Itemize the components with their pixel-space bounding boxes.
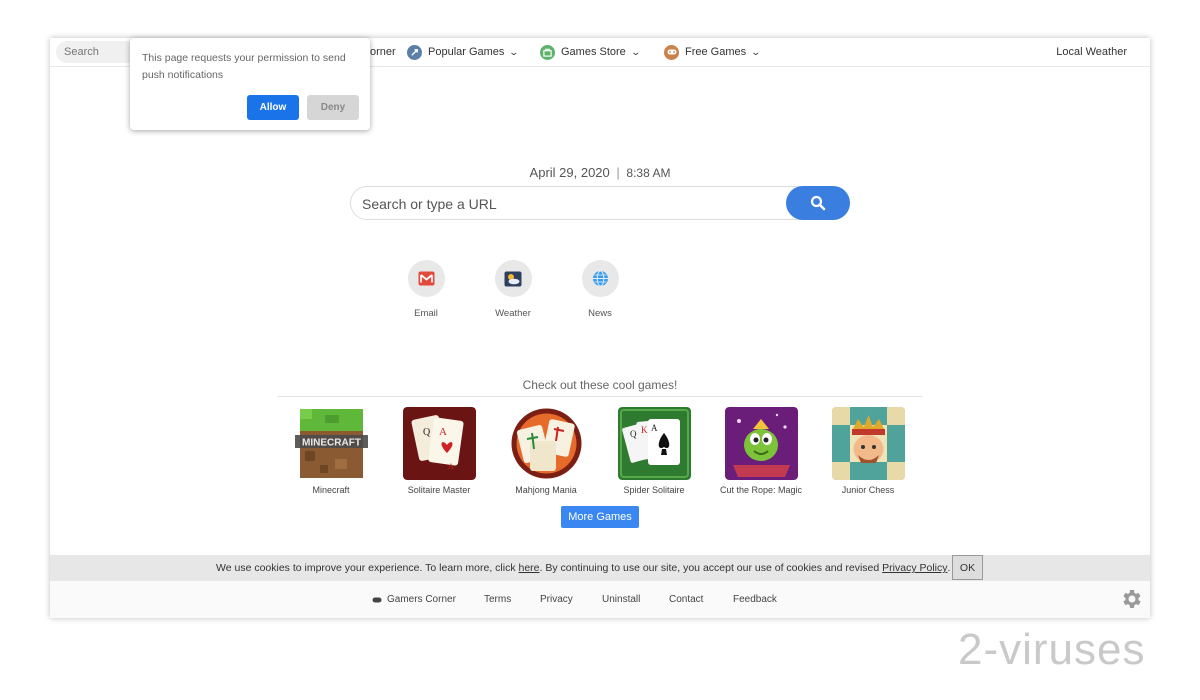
rocket-icon	[407, 44, 422, 60]
game-thumbnail	[724, 407, 798, 480]
quick-link-email[interactable]: Email	[396, 260, 456, 319]
game-tile-spider-solitaire[interactable]: Q K A Spider Solitaire	[604, 407, 704, 495]
footer-link-contact[interactable]: Contact	[669, 581, 703, 618]
more-games-button[interactable]: More Games	[561, 506, 639, 528]
footer-link-feedback[interactable]: Feedback	[733, 581, 777, 618]
date-time-separator: |	[616, 165, 620, 180]
search-button[interactable]	[786, 186, 850, 220]
game-tile-minecraft[interactable]: MINECRAFT Minecraft	[281, 407, 381, 495]
date-time: April 29, 2020 | 8:38 AM	[50, 165, 1150, 180]
cookie-text-part: .	[947, 562, 951, 574]
store-icon	[540, 44, 555, 60]
footer-link-terms[interactable]: Terms	[484, 581, 511, 618]
game-label: Spider Solitaire	[623, 485, 685, 495]
game-tile-mahjong-mania[interactable]: Mahjong Mania	[496, 407, 596, 495]
svg-text:A: A	[448, 462, 454, 471]
quick-link-circle	[407, 260, 445, 297]
quick-link-circle	[494, 260, 532, 297]
quick-link-circle	[581, 260, 619, 297]
cookie-here-link[interactable]: here	[519, 562, 540, 574]
privacy-policy-link[interactable]: Privacy Policy	[882, 562, 947, 574]
nav-item-popular-games[interactable]: Popular Games ⌄	[407, 38, 520, 66]
gamepad-icon	[664, 44, 679, 60]
globe-icon	[592, 270, 608, 287]
push-notification-prompt: This page requests your permission to se…	[130, 38, 370, 130]
quick-link-label: News	[588, 308, 612, 319]
nav-local-weather[interactable]: Local Weather	[1056, 38, 1127, 66]
nav-item-label: Popular Games	[428, 46, 505, 58]
cookie-banner: We use cookies to improve your experienc…	[50, 555, 1150, 581]
game-label: Junior Chess	[841, 485, 895, 495]
nav-item-free-games[interactable]: Free Games ⌄	[664, 38, 762, 66]
game-tile-solitaire-master[interactable]: Q A A Solitaire Master	[389, 407, 489, 495]
nav-item-partial-label: orner	[370, 46, 396, 58]
svg-text:A: A	[651, 423, 658, 433]
main-search-bar	[350, 186, 850, 221]
allow-button[interactable]: Allow	[247, 95, 299, 120]
game-thumbnail: MINECRAFT	[294, 407, 368, 480]
weather-icon	[504, 271, 522, 286]
minecraft-logo-text: MINECRAFT	[302, 438, 361, 449]
notification-text: This page requests your permission to se…	[142, 52, 346, 81]
chevron-down-icon: ⌄	[630, 46, 641, 57]
chevron-down-icon: ⌄	[750, 46, 762, 57]
game-label: Mahjong Mania	[515, 485, 577, 495]
cookie-text-part: We use cookies to improve your experienc…	[216, 562, 519, 574]
game-label: Solitaire Master	[407, 485, 471, 495]
svg-text:A: A	[439, 426, 447, 438]
search-icon	[810, 195, 826, 211]
time-text: 8:38 AM	[626, 166, 671, 180]
main-search-input[interactable]	[360, 187, 784, 221]
nav-item-gamers-corner[interactable]: orner	[370, 38, 396, 66]
game-thumbnail: Q A A	[402, 407, 476, 480]
gmail-icon	[418, 271, 434, 286]
cookie-ok-button[interactable]: OK	[952, 555, 983, 580]
quick-link-label: Email	[414, 308, 438, 319]
cookie-text: We use cookies to improve your experienc…	[216, 555, 950, 581]
svg-text:Q: Q	[423, 427, 431, 438]
game-label: Cut the Rope: Magic	[719, 485, 803, 495]
games-divider	[277, 396, 923, 397]
footer-link-label: Gamers Corner	[387, 594, 456, 605]
cookie-text-part: . By continuing to use our site, you acc…	[539, 562, 883, 574]
chevron-down-icon: ⌄	[508, 46, 520, 57]
games-section-title: Check out these cool games!	[522, 378, 678, 392]
game-tile-junior-chess[interactable]: Junior Chess	[818, 407, 918, 495]
quick-link-weather[interactable]: Weather	[483, 260, 543, 319]
quick-link-news[interactable]: News	[570, 260, 630, 319]
deny-button[interactable]: Deny	[307, 95, 359, 120]
svg-text:K: K	[641, 425, 648, 435]
watermark: 2-viruses	[958, 625, 1146, 674]
nav-item-games-store[interactable]: Games Store ⌄	[540, 38, 641, 66]
footer-link-privacy[interactable]: Privacy	[540, 581, 573, 618]
footer-link-uninstall[interactable]: Uninstall	[602, 581, 640, 618]
nav-local-weather-label: Local Weather	[1056, 46, 1127, 58]
gamepad-icon	[372, 597, 382, 602]
gear-icon[interactable]	[1120, 587, 1144, 611]
footer-link-gamers-corner[interactable]: Gamers Corner	[372, 581, 456, 618]
game-thumbnail	[509, 407, 583, 480]
game-label: Minecraft	[312, 485, 350, 495]
svg-text:Q: Q	[630, 429, 637, 439]
nav-item-label: Free Games	[685, 46, 747, 58]
game-thumbnail	[831, 407, 905, 480]
date-text: April 29, 2020	[529, 165, 610, 180]
game-tile-cut-the-rope[interactable]: Cut the Rope: Magic	[711, 407, 811, 495]
quick-link-label: Weather	[495, 308, 531, 319]
nav-item-label: Games Store	[561, 46, 626, 58]
footer: Gamers Corner Terms Privacy Uninstall Co…	[50, 581, 1150, 618]
game-thumbnail: Q K A	[617, 407, 691, 480]
